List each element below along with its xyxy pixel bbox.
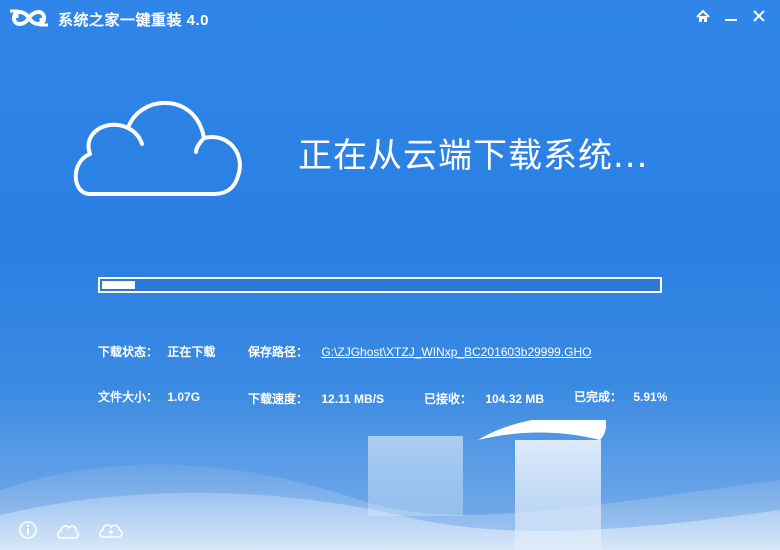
status-label: 下载状态：	[98, 345, 159, 359]
speed-label: 下载速度：	[248, 392, 309, 406]
home-icon[interactable]	[692, 6, 714, 26]
save-path-link[interactable]: G:\ZJGhost\XTZJ_WINxp_BC201603b29999.GHO	[321, 345, 591, 359]
minimize-icon[interactable]	[720, 6, 742, 26]
completed-row: 已完成： 5.91%	[574, 388, 667, 405]
received-row: 已接收： 104.32 MB	[424, 390, 544, 407]
size-row: 文件大小： 1.07G	[98, 388, 200, 405]
received-value: 104.32 MB	[485, 392, 545, 406]
title-bar: 系统之家一键重装 4.0	[0, 0, 780, 34]
info-icon[interactable]	[18, 520, 38, 545]
path-label: 保存路径：	[248, 345, 309, 359]
download-progress-bar	[98, 277, 662, 293]
cloud-icon	[68, 92, 248, 207]
speed-value: 12.11 MB/S	[321, 392, 385, 406]
speed-row: 下载速度： 12.11 MB/S	[248, 390, 384, 407]
close-icon[interactable]	[748, 6, 770, 26]
cloud-small-icon[interactable]	[56, 522, 80, 545]
size-value: 1.07G	[167, 390, 201, 404]
size-label: 文件大小：	[98, 390, 159, 404]
infinity-logo-icon	[8, 6, 50, 35]
path-row: 保存路径： G:\ZJGhost\XTZJ_WINxp_BC201603b299…	[248, 343, 591, 360]
download-headline: 正在从云端下载系统...	[298, 136, 649, 176]
received-label: 已接收：	[424, 392, 473, 406]
bottom-bar	[0, 520, 780, 550]
progress-fill	[102, 281, 135, 289]
completed-value: 5.91%	[633, 390, 668, 404]
status-row: 下载状态： 正在下载	[98, 343, 215, 360]
status-value: 正在下载	[167, 345, 216, 359]
cloud-lightning-icon[interactable]	[98, 520, 124, 545]
app-title: 系统之家一键重装 4.0	[58, 12, 210, 29]
completed-label: 已完成：	[574, 390, 623, 404]
